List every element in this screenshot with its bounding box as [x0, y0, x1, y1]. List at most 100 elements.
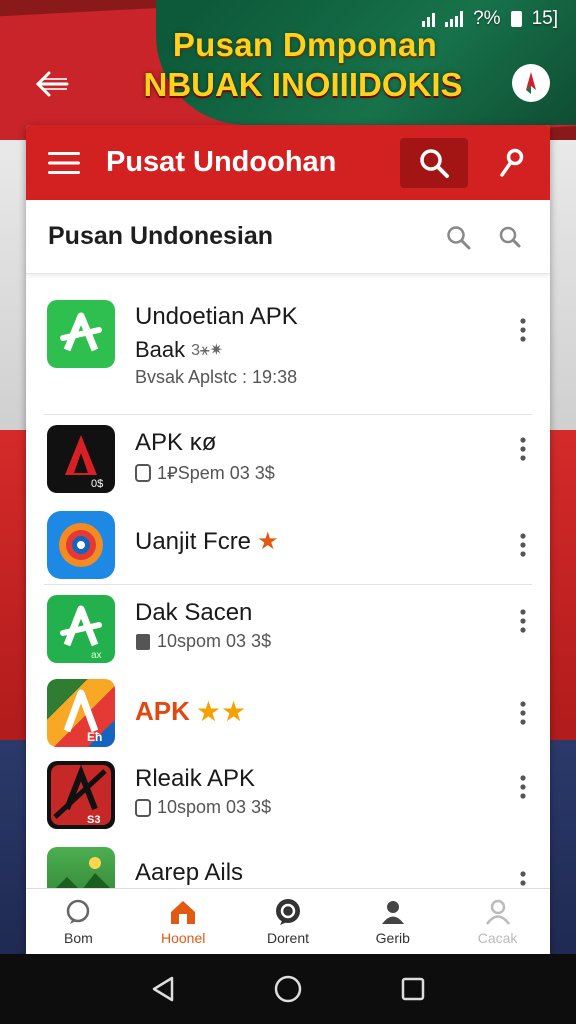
divider [44, 584, 532, 585]
icon-badge-text: 0$ [91, 478, 103, 490]
list-item[interactable]: S3 Rleaik APK 10spom 03 3$ [26, 759, 550, 833]
system-recents-button[interactable] [391, 967, 435, 1011]
back-button[interactable] [30, 62, 74, 106]
more-options-button[interactable] [510, 310, 536, 350]
chat-icon [63, 897, 93, 927]
star-icon: ★ [257, 528, 279, 555]
green-a-icon [47, 300, 115, 368]
search-icon [447, 225, 471, 249]
icon-badge-text: S3 [87, 814, 100, 826]
more-options-button[interactable] [510, 601, 536, 641]
app-name: Dak Sacen [135, 599, 253, 626]
nav-item-cacak[interactable]: Cacak [445, 889, 550, 954]
app-meta: 1⃂Spem 03 3$ [135, 461, 490, 484]
battery-icon [510, 11, 522, 27]
app-name: Undoetian APK [135, 303, 298, 330]
filter-search-button[interactable] [492, 219, 528, 255]
square-recents-icon [402, 977, 425, 1001]
icon-badge-text: ax [91, 650, 102, 661]
list-item-text: Aarep Ails [135, 859, 490, 887]
back-arrow-icon [35, 71, 69, 97]
account-icon [483, 897, 513, 927]
list-item-text: APK ĸø 1⃂Spem 03 3$ [135, 429, 490, 484]
bottom-nav: Bom Hoonel Dorent Gerib Cacak [26, 888, 550, 954]
app-name-text: Uanjit Fcre [135, 527, 252, 555]
file-icon [136, 633, 150, 650]
app-meta: Bvsak Aplstc : 19:38 [135, 367, 298, 387]
triangle-back-icon [152, 976, 173, 1002]
search-row: Pusan Undonesian [26, 200, 550, 274]
comment-icon [273, 897, 303, 927]
app-bar-title: Pusat Undoohan [106, 146, 337, 178]
list-item[interactable]: ax Dak Sacen 10spom 03 3$ [26, 593, 550, 667]
app-meta-text: 1⃂Spem 03 3$ [157, 463, 275, 483]
menu-button[interactable] [42, 141, 86, 185]
list-item-text: Dak Sacen 10spom 03 3$ [135, 599, 490, 652]
app-category: Baak 3⚹✷ [135, 337, 490, 363]
banner-subtitle: NBUAK INOIIIDOKIS [143, 66, 463, 103]
file-icon [135, 463, 151, 482]
more-options-button[interactable] [510, 693, 536, 733]
app-meta: 10spom 03 3$ [135, 631, 490, 652]
signal-icon [422, 11, 436, 27]
profile-button[interactable] [512, 64, 550, 102]
menu-icon [48, 151, 80, 174]
nav-item-gerib[interactable]: Gerib [340, 889, 445, 954]
icon-badge-text: Eħ [87, 730, 102, 744]
system-nav-bar [0, 954, 576, 1024]
more-vert-icon [520, 533, 526, 557]
app-name: Uanjit Fcre ★ [135, 527, 490, 556]
more-vert-icon [520, 318, 526, 342]
more-options-button[interactable] [510, 429, 536, 469]
person-icon [378, 897, 408, 927]
app-meta-text: 10spom 03 3$ [157, 797, 272, 817]
nav-item-home[interactable]: Hoonel [131, 889, 236, 954]
app-name: Rleaik APK [135, 765, 256, 792]
battery-percent: ?% [473, 8, 501, 29]
app-name: Aarep Ails [135, 859, 244, 886]
list-item-text: Undoetian APK Baak 3⚹✷ Bvsak Aplstc : 19… [135, 303, 490, 388]
system-back-button[interactable] [141, 967, 185, 1011]
more-options-button[interactable] [510, 525, 536, 565]
red-a-icon: 0$ [47, 425, 115, 493]
search-icon [499, 226, 521, 247]
search-label: Pusan Undonesian [48, 222, 274, 250]
clock: 15] [531, 8, 558, 29]
nav-item-dorent[interactable]: Dorent [236, 889, 341, 954]
more-options-button[interactable] [510, 767, 536, 807]
list-item[interactable]: Eħ APK ★★ [26, 677, 550, 749]
app-meta-text: 10spom 03 3$ [157, 631, 272, 651]
rainbow-a-icon: Eħ [47, 679, 115, 747]
search-button[interactable] [400, 137, 468, 188]
search-icon [420, 148, 449, 178]
search-input-button[interactable] [440, 219, 476, 255]
divider [44, 414, 532, 415]
app-category-label: Baak [135, 337, 186, 362]
more-vert-icon [520, 609, 526, 633]
signal-icon [445, 11, 464, 27]
app-name-text: APK [135, 696, 190, 726]
green-a-icon: ax [47, 595, 115, 663]
blue-circle-icon [47, 511, 115, 579]
list-item-text: Rleaik APK 10spom 03 3$ [135, 765, 490, 818]
nav-item-bom[interactable]: Bom [26, 889, 131, 954]
list-item[interactable]: Uanjit Fcre ★ [26, 509, 550, 579]
main-card: Pusat Undoohan Pusan Undonesian Undoetia… [26, 125, 550, 955]
key-icon [500, 148, 524, 177]
circle-home-icon [274, 975, 302, 1003]
red-a-icon: S3 [47, 761, 115, 829]
list-item[interactable]: Undoetian APK Baak 3⚹✷ Bvsak Aplstc : 19… [26, 295, 550, 395]
key-button[interactable] [490, 141, 534, 185]
compass-icon [526, 72, 536, 94]
list-item-text: Uanjit Fcre ★ [135, 527, 490, 556]
more-vert-icon [520, 701, 526, 725]
nav-label: Bom [64, 930, 93, 946]
list-item[interactable]: 0$ APK ĸø 1⃂Spem 03 3$ [26, 423, 550, 497]
list-item-text: APK ★★ [135, 695, 490, 728]
system-home-button[interactable] [266, 967, 310, 1011]
more-vert-icon [520, 775, 526, 799]
status-bar: ?% 15] [422, 8, 558, 30]
app-bar: Pusat Undoohan [26, 125, 550, 200]
banner-title: Pusan Dmponan [172, 26, 438, 63]
app-category-badge: 3⚹✷ [191, 342, 224, 359]
